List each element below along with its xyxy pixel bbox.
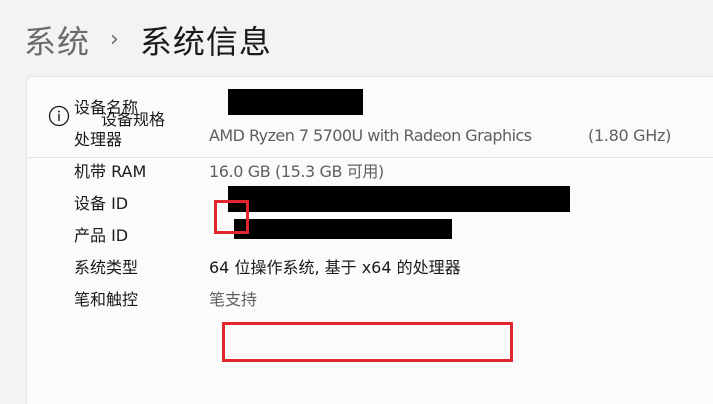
spec-row-device-id: 设备 ID bbox=[74, 184, 694, 216]
chevron-right-icon: › bbox=[110, 26, 120, 52]
system-info-page: 系统 › 系统信息 设备规格 设备名称 处理器 AMD Ryzen 7 5700… bbox=[0, 0, 713, 404]
spec-list: 设备名称 处理器 AMD Ryzen 7 5700U with Radeon G… bbox=[74, 88, 694, 312]
spec-row-processor: 处理器 AMD Ryzen 7 5700U with Radeon Graphi… bbox=[74, 120, 694, 152]
spec-label: 设备名称 bbox=[74, 98, 139, 117]
spec-label: 设备 ID bbox=[74, 194, 129, 213]
breadcrumb-parent-system[interactable]: 系统 bbox=[24, 17, 90, 63]
highlight-box-amd bbox=[214, 200, 249, 234]
redacted-device-id bbox=[228, 186, 570, 212]
processor-speed-value: (1.80 GHz) bbox=[588, 126, 672, 145]
spec-label: 处理器 bbox=[74, 130, 123, 149]
spec-label: 系统类型 bbox=[74, 258, 139, 277]
page-title: 系统信息 bbox=[139, 23, 272, 61]
spec-label: 笔和触控 bbox=[74, 290, 139, 309]
processor-value: AMD Ryzen 7 5700U with Radeon Graphics bbox=[209, 126, 532, 145]
ram-value: 16.0 GB (15.3 GB 可用) bbox=[209, 162, 384, 181]
spec-label: 产品 ID bbox=[74, 226, 129, 245]
spec-row-system-type: 系统类型 64 位操作系统, 基于 x64 的处理器 bbox=[74, 248, 694, 280]
spec-row-device-name: 设备名称 bbox=[74, 88, 694, 120]
spec-label: 机带 RAM bbox=[74, 162, 147, 181]
spec-row-product-id: 产品 ID bbox=[74, 216, 694, 248]
system-type-value: 64 位操作系统, 基于 x64 的处理器 bbox=[209, 258, 461, 277]
redacted-product-id bbox=[234, 219, 452, 239]
pen-touch-value: 笔支持 bbox=[209, 290, 258, 309]
info-icon bbox=[48, 105, 70, 127]
redacted-device-name bbox=[228, 89, 363, 115]
highlight-box-system-type bbox=[222, 322, 513, 362]
spec-row-pen-touch: 笔和触控 笔支持 bbox=[74, 280, 694, 312]
spec-row-ram: 机带 RAM 16.0 GB (15.3 GB 可用) bbox=[74, 152, 694, 184]
breadcrumb: 系统 › 系统信息 bbox=[24, 14, 272, 66]
